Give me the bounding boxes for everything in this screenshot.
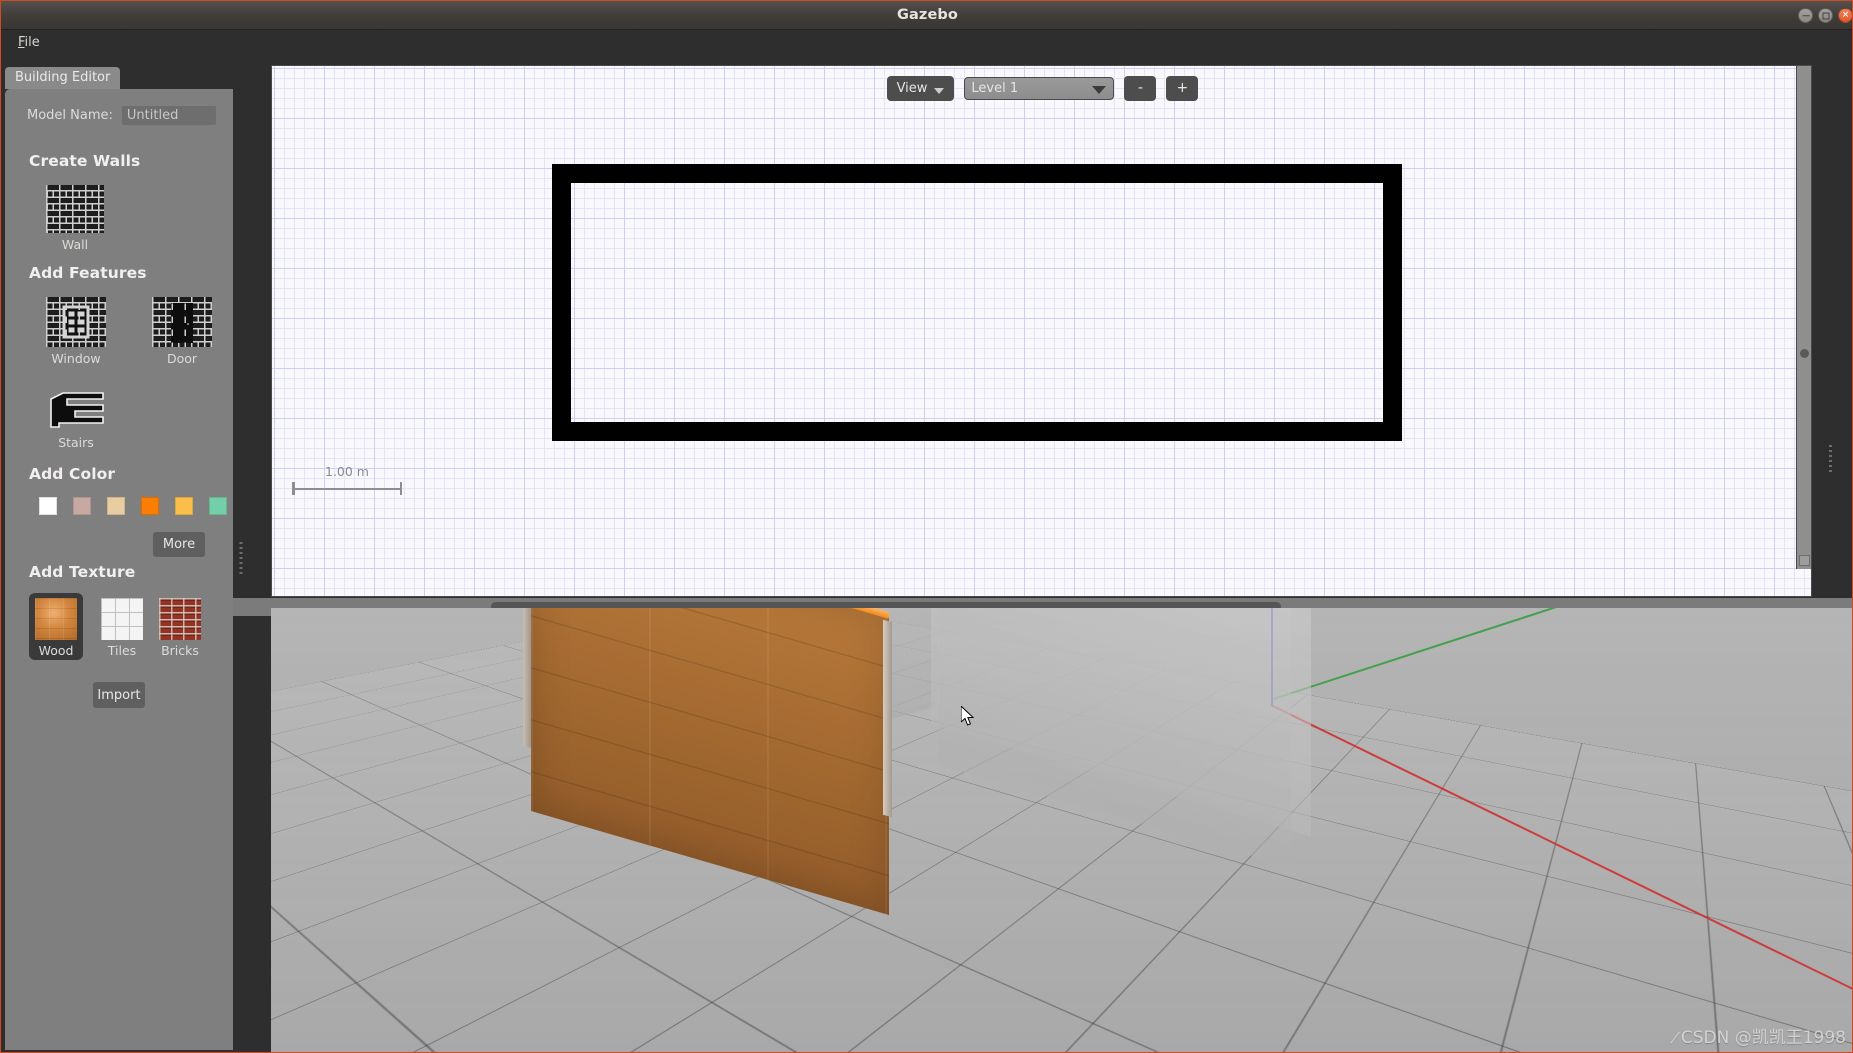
stairs-icon: [50, 392, 104, 428]
palette-item-window-label: Window: [51, 351, 101, 366]
wall-3d-wood-front[interactable]: [531, 608, 889, 916]
color-swatch-mint[interactable]: [209, 497, 227, 515]
color-swatch-amber[interactable]: [175, 497, 193, 515]
splitter-grip-icon: [239, 541, 243, 576]
palette-item-window[interactable]: Window: [46, 297, 106, 366]
top-gutter: [233, 55, 1852, 65]
texture-item-tiles[interactable]: Tiles: [95, 593, 149, 660]
color-swatch-rose[interactable]: [73, 497, 91, 515]
level-select-value: Level 1: [971, 80, 1019, 96]
window-icon: [46, 297, 106, 347]
texture-item-bricks-label: Bricks: [161, 643, 199, 658]
left-gutter: [249, 65, 271, 598]
scale-bar-label: 1.00 m: [325, 464, 369, 479]
scrollbar-corner-box: [1799, 555, 1810, 566]
building-editor-panel: Model Name: Create Walls Wall Add Featur…: [5, 89, 233, 1050]
palette-item-door[interactable]: Door: [152, 297, 212, 366]
zoom-in-button[interactable]: +: [1166, 75, 1199, 101]
section-heading-create-walls: Create Walls: [29, 152, 141, 170]
minimize-button[interactable]: [1798, 8, 1813, 23]
door-icon: [152, 297, 212, 347]
chevron-down-icon: [1092, 85, 1107, 94]
palette-item-stairs[interactable]: Stairs: [46, 389, 106, 450]
2d-floorplan-view[interactable]: 1.00 m View Level 1 - +: [271, 65, 1812, 597]
scrollbar-handle-icon[interactable]: [1800, 349, 1809, 358]
palette-item-wall[interactable]: Wall: [46, 185, 104, 252]
wall-3d-wood-edge-right: [883, 619, 892, 818]
gazebo-window: Gazebo ✕ File Building Editor ? Model Na…: [0, 0, 1853, 1053]
color-swatch-tan[interactable]: [107, 497, 125, 515]
palette-item-stairs-label: Stairs: [58, 435, 94, 450]
axis-x-line: [1270, 704, 1852, 1022]
color-swatch-orange[interactable]: [141, 497, 159, 515]
palette-item-wall-label: Wall: [61, 237, 89, 252]
scale-bar: 1.00 m: [292, 464, 402, 495]
texture-item-bricks[interactable]: Bricks: [153, 593, 207, 660]
color-swatch-row: [39, 497, 227, 515]
zoom-out-button[interactable]: -: [1124, 75, 1157, 101]
color-swatch-white[interactable]: [39, 497, 57, 515]
view-dropdown-button[interactable]: View: [886, 75, 955, 101]
section-heading-add-color: Add Color: [29, 465, 116, 483]
tab-building-editor[interactable]: Building Editor: [5, 67, 121, 89]
model-name-row: Model Name:: [27, 106, 216, 125]
palette-item-door-label: Door: [166, 351, 198, 366]
view-dropdown-label: View: [896, 80, 928, 96]
import-texture-button[interactable]: Import: [93, 682, 145, 708]
floorplan-wall-rectangle[interactable]: [552, 164, 1402, 441]
3d-scene-view[interactable]: /CSDN @凯凯王1998: [271, 608, 1852, 1052]
panel-splitter[interactable]: [233, 67, 249, 1050]
2d-vertical-scrollbar[interactable]: [1796, 66, 1811, 569]
texture-item-wood-label: Wood: [38, 643, 74, 658]
window-title: Gazebo: [897, 7, 958, 23]
level-select[interactable]: Level 1: [964, 76, 1115, 100]
watermark: /CSDN @凯凯王1998: [1669, 1023, 1846, 1049]
axis-y-line: [1273, 608, 1588, 700]
title-bar: Gazebo ✕: [1, 1, 1852, 30]
more-colors-button[interactable]: More: [153, 532, 205, 557]
menu-bar: File: [1, 30, 1852, 55]
maximize-button[interactable]: [1818, 8, 1833, 23]
model-name-input[interactable]: [121, 106, 216, 125]
tiles-texture-icon: [101, 598, 143, 640]
watermark-text: CSDN @凯凯王1998: [1680, 1028, 1846, 1048]
chevron-down-icon: [934, 87, 945, 94]
texture-item-wood[interactable]: Wood: [29, 593, 83, 660]
menu-item-file[interactable]: File: [11, 30, 47, 55]
texture-item-tiles-label: Tiles: [107, 643, 137, 658]
scale-bar-graphic: [292, 482, 402, 495]
wall-3d-right[interactable]: [939, 608, 1291, 868]
right-gutter: [1813, 65, 1852, 598]
model-name-label: Model Name:: [27, 108, 113, 123]
section-heading-add-texture: Add Texture: [29, 563, 136, 581]
wood-texture-icon: [35, 598, 77, 640]
brick-wall-icon: [46, 185, 104, 233]
section-heading-add-features: Add Features: [29, 264, 147, 282]
bricks-texture-icon: [159, 598, 201, 640]
close-button[interactable]: ✕: [1838, 8, 1852, 23]
right-splitter-grip-icon: [1829, 445, 1832, 473]
3d-room-model: [271, 608, 1852, 1052]
